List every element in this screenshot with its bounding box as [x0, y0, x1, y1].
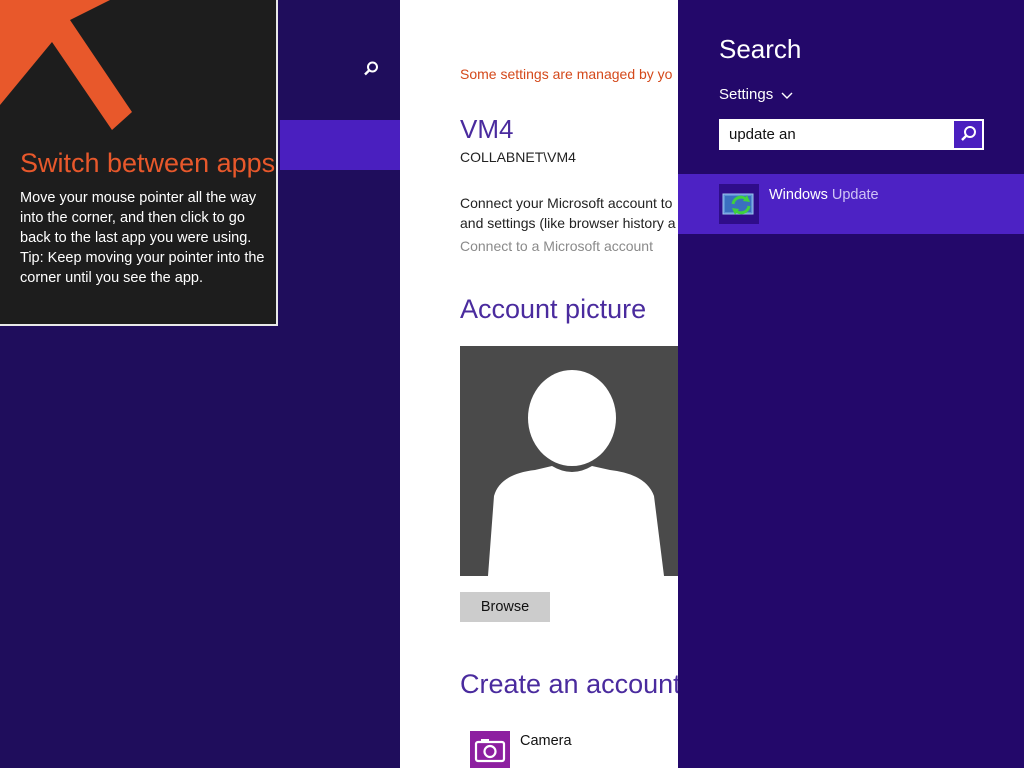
search-scope-label: Settings	[719, 86, 774, 103]
browse-button[interactable]: Browse	[460, 592, 550, 622]
avatar	[460, 346, 678, 576]
account-picture-heading: Account picture	[460, 294, 647, 324]
connect-microsoft-account-link[interactable]: Connect to a Microsoft account	[460, 238, 653, 254]
selected-nav-item[interactable]	[280, 120, 400, 170]
chevron-down-icon	[781, 92, 793, 100]
user-silhouette-icon	[488, 370, 664, 576]
search-title: Search	[719, 34, 802, 64]
search-icon	[961, 126, 976, 141]
account-settings-pane: Some settings are managed by yo VM4 COLL…	[400, 0, 678, 768]
create-account-picture-heading: Create an account p	[460, 669, 678, 699]
search-result-label: Windows Update	[769, 187, 879, 203]
search-result-item[interactable]: Windows Update	[678, 174, 1024, 234]
camera-icon[interactable]	[470, 731, 510, 768]
connect-description-line-1: Connect your Microsoft account to	[460, 195, 673, 211]
connect-description: Connect your Microsoft account to and se…	[460, 193, 676, 233]
search-icon[interactable]	[362, 60, 380, 78]
search-charm: Search Settings Windows Update	[678, 0, 1024, 768]
arrow-up-left-icon	[0, 0, 132, 130]
tip-hint: Tip: Keep moving your pointer into the c…	[20, 250, 265, 286]
switch-apps-tip: Switch between apps Move your mouse poin…	[0, 0, 278, 326]
tip-body: Move your mouse pointer all the way into…	[20, 188, 265, 288]
tip-description: Move your mouse pointer all the way into…	[20, 190, 257, 246]
managed-settings-notice: Some settings are managed by yo	[460, 66, 673, 82]
search-box	[719, 119, 984, 150]
connect-description-line-2: and settings (like browser history a	[460, 215, 676, 231]
account-domain: COLLABNET\VM4	[460, 149, 576, 165]
windows-update-icon	[719, 184, 759, 224]
camera-label[interactable]: Camera	[520, 733, 572, 749]
search-button[interactable]	[954, 121, 982, 148]
search-result-rest: Update	[827, 187, 879, 203]
account-name: VM4	[460, 114, 514, 144]
search-scope-dropdown[interactable]: Settings	[719, 86, 793, 103]
tip-title: Switch between apps	[20, 148, 276, 178]
search-result-match: Windows	[769, 187, 828, 203]
search-input[interactable]	[720, 120, 952, 149]
